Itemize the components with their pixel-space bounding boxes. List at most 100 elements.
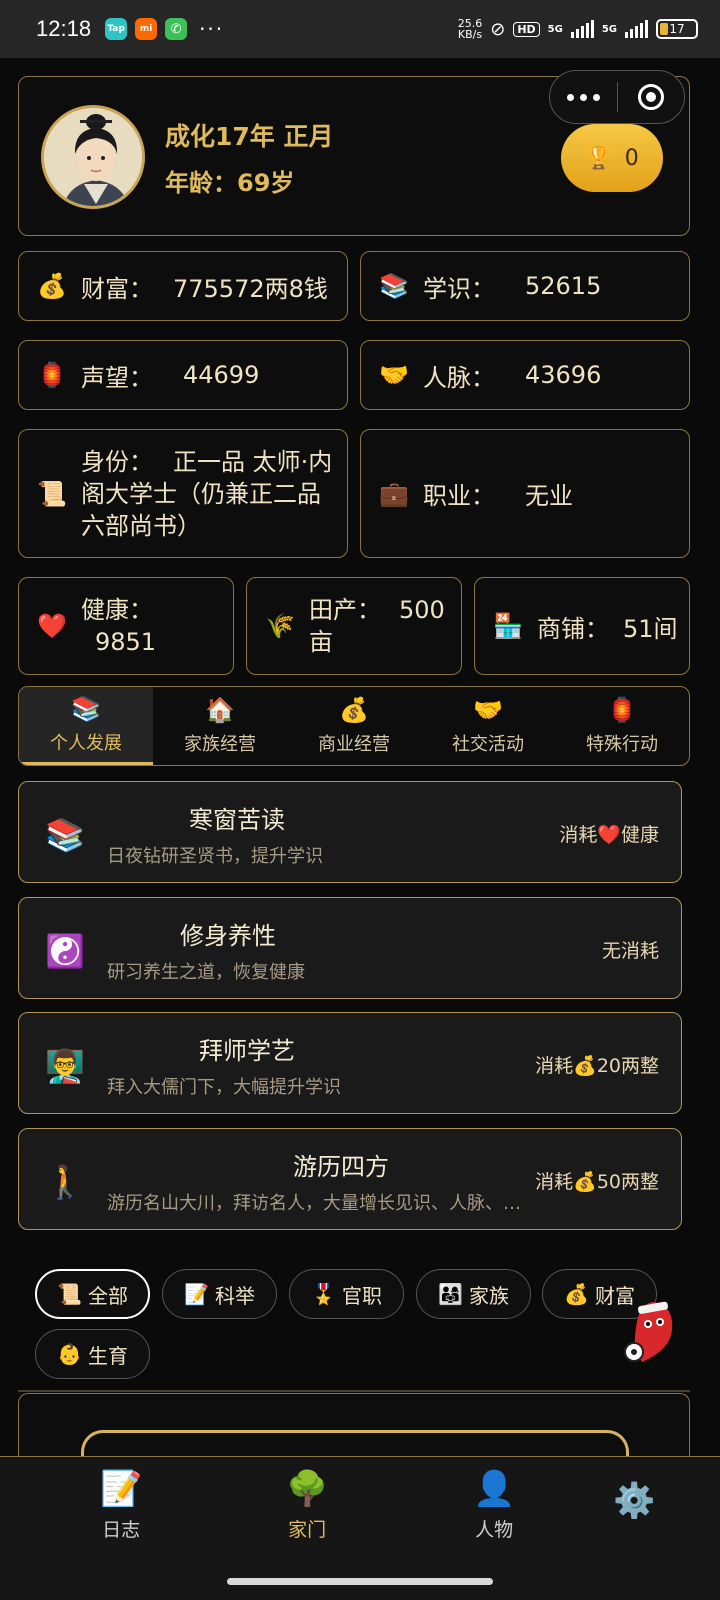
scroll-icon: 📜: [37, 479, 67, 508]
stat-prestige: 🏮 声望： 44699: [18, 340, 348, 410]
hd-icon: HD: [513, 21, 540, 37]
stat-value: 无业: [525, 482, 573, 510]
filter-family[interactable]: 👨‍👩‍👧 家族: [416, 1269, 531, 1319]
stat-unit: 亩: [309, 628, 333, 656]
tree-icon: 🌳: [286, 1469, 329, 1509]
nav-characters[interactable]: 👤 人物: [473, 1469, 515, 1542]
identity-line-3: 六部尚书）: [81, 511, 201, 540]
filter-label: 官职: [341, 1283, 382, 1308]
avatar[interactable]: [41, 105, 145, 209]
tab-family-management[interactable]: 🏠 家族经营: [153, 687, 287, 765]
achievement-count: 0: [624, 145, 639, 171]
lantern-icon: 🏮: [607, 696, 637, 724]
tab-social[interactable]: 🤝 社交活动: [421, 687, 555, 765]
miniprogram-capsule: [549, 70, 685, 124]
baby-icon: 👶: [57, 1342, 82, 1366]
phone-app-icon: ✆: [165, 18, 188, 40]
stat-farmland: 🌾 田产： 500 亩: [246, 577, 462, 675]
stat-value: 51间: [623, 614, 678, 643]
memo-icon: 📝: [184, 1282, 209, 1306]
health-text: 健康： 9851: [81, 594, 156, 658]
nav-settings[interactable]: ⚙️: [613, 1481, 655, 1521]
action-cultivate[interactable]: ☯️ 修身养性 研习养生之道，恢复健康 无消耗: [18, 897, 682, 999]
teacher-icon: 👨‍🏫: [45, 1047, 85, 1085]
rice-icon: 🌾: [265, 612, 295, 640]
close-miniprogram-button[interactable]: [618, 84, 684, 110]
more-menu-button[interactable]: [550, 93, 617, 101]
signal-icon-2: [625, 20, 648, 38]
tab-personal-development[interactable]: 📚 个人发展: [19, 687, 153, 765]
books-icon: 📚: [71, 694, 101, 723]
filter-label: 家族: [468, 1283, 509, 1308]
stat-value: 775572两8钱: [173, 274, 328, 303]
medal-icon: 🎖️: [311, 1282, 336, 1306]
stat-value: 52615: [525, 272, 602, 300]
money-bag-icon: 💰: [339, 696, 369, 724]
signal-icon-1: [570, 20, 594, 38]
briefcase-icon: 💼: [379, 479, 409, 508]
stat-wealth: 💰 财富： 775572两8钱: [18, 251, 348, 321]
scroll-icon: 📜: [57, 1282, 82, 1306]
stat-label: 职业：: [423, 482, 495, 510]
handshake-icon: 🤝: [473, 696, 503, 724]
walking-person-icon: 🚶: [45, 1163, 85, 1201]
action-title: 游历四方: [293, 1153, 389, 1181]
category-tabs: 📚 个人发展 🏠 家族经营 💰 商业经营 🤝 社交活动 🏮 特殊行动: [18, 686, 690, 766]
filter-childbirth[interactable]: 👶 生育: [35, 1329, 150, 1379]
money-bag-icon: 💰: [37, 272, 67, 300]
action-cost: 消耗💰20两整: [535, 1055, 659, 1077]
handshake-icon: 🤝: [379, 361, 409, 389]
filter-exam[interactable]: 📝 科举: [162, 1269, 277, 1319]
filter-all[interactable]: 📜 全部: [35, 1269, 150, 1319]
nav-label: 人物: [475, 1519, 514, 1541]
stat-connections: 🤝 人脉： 43696: [360, 340, 690, 410]
stat-label: 声望：: [81, 363, 153, 392]
net-speed: 25.6 KB/s: [458, 18, 483, 40]
chili-mascot-icon: [624, 1301, 673, 1362]
action-apprentice[interactable]: 👨‍🏫 拜师学艺 拜入大儒门下，大幅提升学识 消耗💰20两整: [18, 1012, 682, 1114]
tab-business[interactable]: 💰 商业经营: [287, 687, 421, 765]
nav-log[interactable]: 📝 日志: [100, 1469, 142, 1542]
tab-special-actions[interactable]: 🏮 特殊行动: [555, 687, 689, 765]
action-cost: 消耗💰50两整: [535, 1171, 659, 1193]
filter-label: 科举: [214, 1283, 255, 1308]
filter-office[interactable]: 🎖️ 官职: [289, 1269, 404, 1319]
target-icon: [637, 84, 664, 110]
more-notifications-icon: ···: [199, 17, 225, 41]
stat-value: 500: [399, 596, 445, 624]
net-speed-unit: KB/s: [457, 28, 483, 41]
nav-family-home[interactable]: 🌳 家门: [286, 1469, 328, 1542]
character-age: 年龄：69岁: [165, 169, 295, 197]
tab-label: 家族经营: [184, 734, 256, 755]
tab-label: 个人发展: [50, 732, 122, 754]
achievement-button[interactable]: 🏆 0: [561, 124, 663, 192]
lantern-icon: 🏮: [37, 361, 67, 389]
money-bag-icon: 💰: [564, 1282, 589, 1306]
stat-label: 人脉：: [423, 363, 495, 392]
family-icon: 👨‍👩‍👧: [438, 1282, 463, 1306]
battery-level: 17: [669, 22, 685, 36]
stat-shops: 🏪 商铺： 51间: [474, 577, 690, 675]
farmland-text: 田产： 500 亩: [309, 594, 445, 658]
stat-label: 田产：: [309, 596, 381, 624]
filter-label: 全部: [87, 1283, 128, 1308]
action-travel[interactable]: 🚶 游历四方 游历名山大川，拜访名人，大量增长见识、人脉、… 消耗💰50两整: [18, 1128, 682, 1230]
identity-text: 身份： 正一品 太师·内 阁大学士（仍兼正二品 六部尚书）: [81, 446, 332, 542]
network-type-1: 5G: [547, 23, 563, 35]
section-divider: [18, 1390, 690, 1392]
home-indicator[interactable]: [227, 1578, 493, 1585]
yin-yang-icon: ☯️: [45, 932, 85, 970]
status-bar: 12:18 Tap mi ✆ ··· 25.6 KB/s ⊘ HD 5G 5G …: [0, 0, 720, 58]
taptap-app-icon: Tap: [105, 18, 128, 40]
stat-label: 财富：: [81, 274, 153, 303]
floating-mascot[interactable]: [612, 1290, 692, 1370]
gear-icon: ⚙️: [613, 1481, 656, 1521]
tab-label: 商业经营: [318, 734, 390, 755]
filter-label: 生育: [87, 1343, 128, 1368]
scholar-portrait-icon: [44, 108, 142, 206]
tab-label: 特殊行动: [586, 734, 658, 755]
stat-value: 9851: [95, 628, 157, 656]
action-title: 修身养性: [180, 922, 276, 950]
action-description: 游历名山大川，拜访名人，大量增长见识、人脉、…: [107, 1193, 521, 1214]
action-study-hard[interactable]: 📚 寒窗苦读 日夜钻研圣贤书，提升学识 消耗❤️健康: [18, 781, 682, 883]
